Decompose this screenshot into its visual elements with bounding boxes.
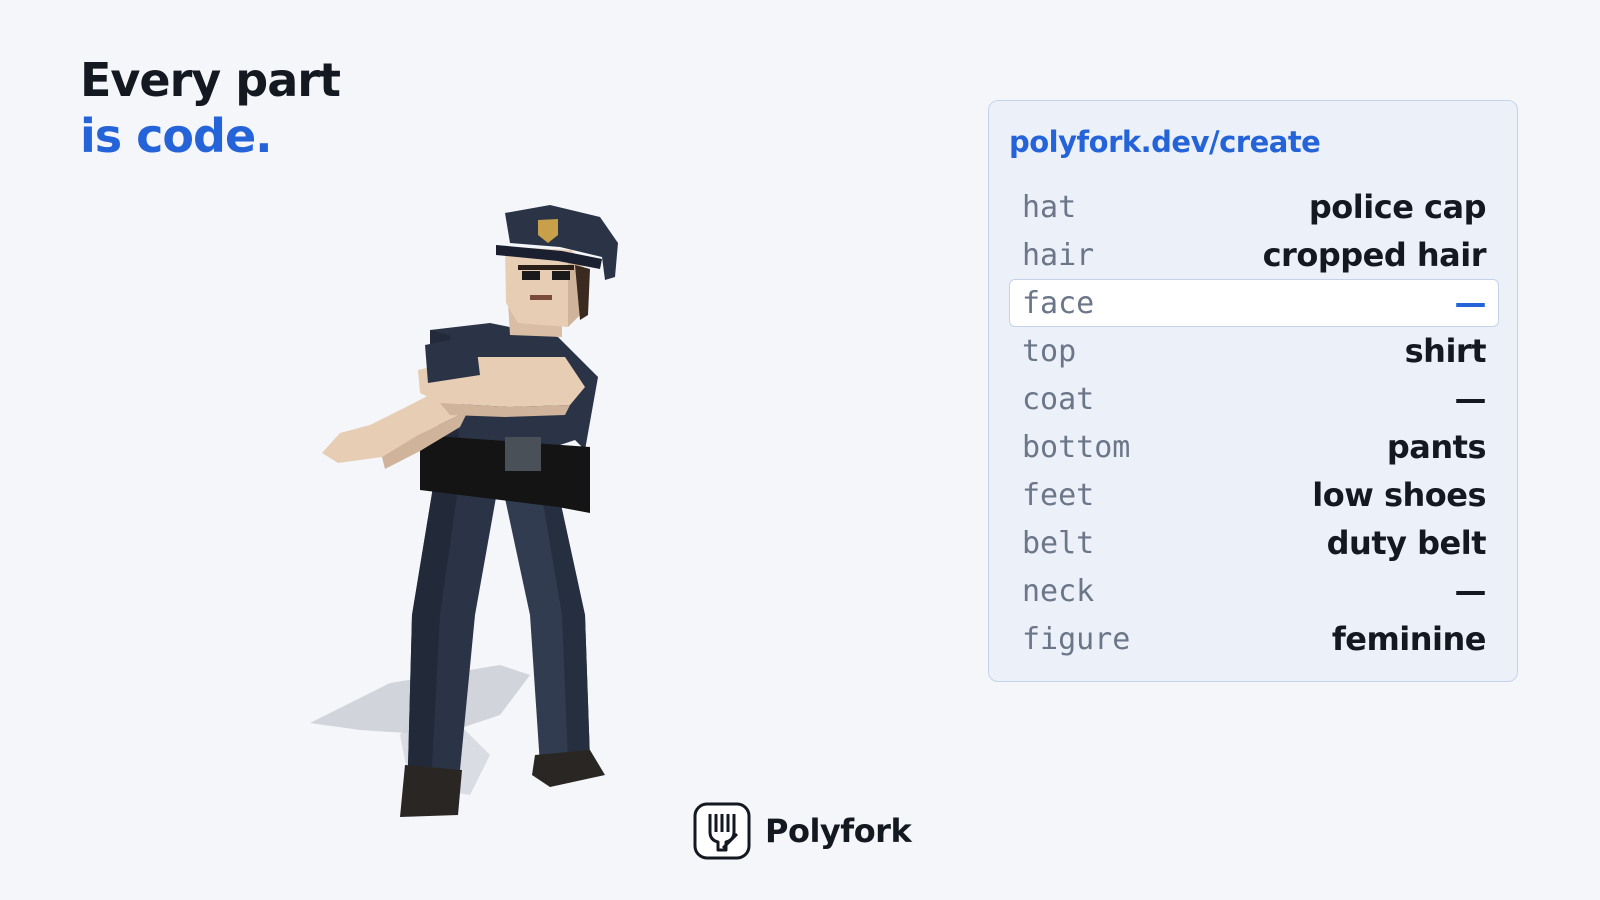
part-key: neck — [1022, 573, 1095, 609]
headline-line-2: is code. — [80, 109, 273, 163]
character-preview[interactable] — [300, 195, 640, 855]
brand-logo: Polyfork — [693, 802, 912, 860]
part-value: — — [1454, 380, 1487, 418]
part-key: hair — [1022, 237, 1095, 273]
part-key: top — [1022, 333, 1077, 369]
part-value: — — [1454, 284, 1487, 322]
part-key: figure — [1022, 621, 1131, 657]
part-row-hat[interactable]: hat police cap — [1009, 183, 1499, 231]
part-row-bottom[interactable]: bottom pants — [1009, 423, 1499, 471]
left-eye — [522, 271, 540, 280]
part-key: belt — [1022, 525, 1095, 561]
police-officer-figure — [310, 205, 618, 817]
part-value: feminine — [1331, 620, 1487, 658]
create-url-link[interactable]: polyfork.dev/create — [1009, 125, 1321, 159]
part-row-neck[interactable]: neck — — [1009, 567, 1499, 615]
parts-panel: polyfork.dev/create hat police cap hair … — [988, 100, 1518, 682]
part-value: low shoes — [1312, 476, 1486, 514]
part-key: feet — [1022, 477, 1095, 513]
parts-list: hat police cap hair cropped hair face — … — [1009, 183, 1499, 663]
part-row-figure[interactable]: figure feminine — [1009, 615, 1499, 663]
part-row-hair[interactable]: hair cropped hair — [1009, 231, 1499, 279]
part-row-coat[interactable]: coat — — [1009, 375, 1499, 423]
part-row-top[interactable]: top shirt — [1009, 327, 1499, 375]
part-value: pants — [1386, 428, 1487, 466]
part-value: police cap — [1308, 188, 1487, 226]
fork-icon — [693, 802, 751, 860]
part-row-face[interactable]: face — — [1009, 279, 1499, 327]
part-value: shirt — [1404, 332, 1487, 370]
headline: Every part is code. — [80, 52, 341, 164]
right-shoe — [532, 750, 605, 787]
part-key: coat — [1022, 381, 1095, 417]
part-row-belt[interactable]: belt duty belt — [1009, 519, 1499, 567]
brow — [518, 265, 574, 270]
left-shoe — [400, 765, 462, 817]
brand-name: Polyfork — [765, 812, 912, 850]
belt-buckle — [505, 437, 541, 471]
part-key: face — [1022, 285, 1095, 321]
part-value: cropped hair — [1262, 236, 1487, 274]
part-value: — — [1454, 572, 1487, 610]
right-eye — [552, 271, 570, 280]
part-key: bottom — [1022, 429, 1131, 465]
headline-line-1: Every part — [80, 53, 341, 107]
part-key: hat — [1022, 189, 1077, 225]
part-row-feet[interactable]: feet low shoes — [1009, 471, 1499, 519]
mouth — [530, 295, 552, 300]
part-value: duty belt — [1326, 524, 1487, 562]
